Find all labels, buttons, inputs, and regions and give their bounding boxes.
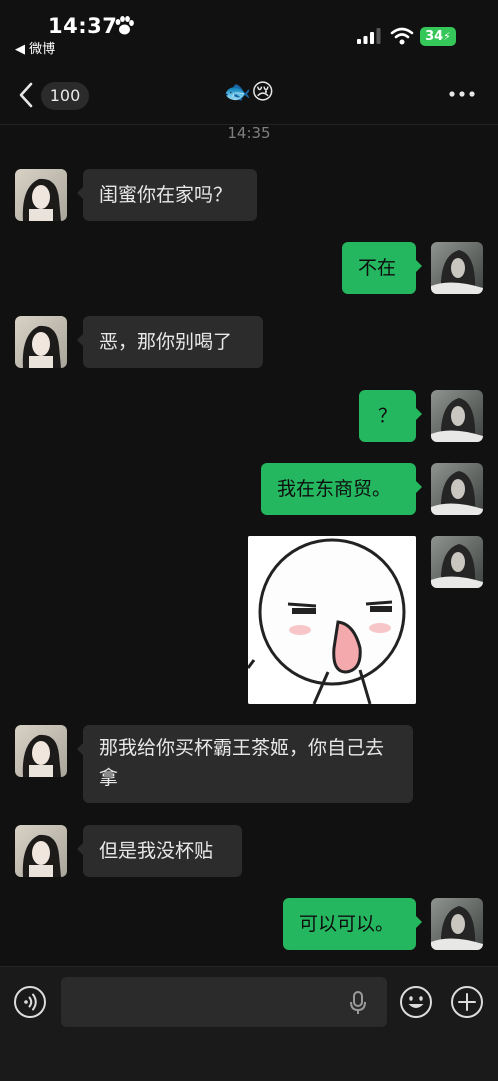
friend-avatar[interactable] xyxy=(15,316,67,368)
outgoing-message[interactable]: ？ xyxy=(359,390,422,442)
wifi-icon xyxy=(390,27,414,45)
friend-avatar-image xyxy=(15,825,67,877)
chat-header: 100 🐟😢 xyxy=(0,60,498,125)
my-avatar-image xyxy=(431,390,483,442)
voice-icon[interactable] xyxy=(13,985,47,1019)
my-avatar[interactable] xyxy=(431,242,483,294)
friend-avatar[interactable] xyxy=(15,169,67,221)
crying-face-sticker-icon xyxy=(248,536,416,704)
status-bar: 14:37 ◀ 微博 34 ⚡ xyxy=(0,0,498,60)
my-avatar[interactable] xyxy=(431,536,483,588)
friend-avatar[interactable] xyxy=(15,725,67,777)
my-avatar[interactable] xyxy=(431,898,483,950)
battery-indicator: 34 ⚡ xyxy=(420,27,456,46)
friend-avatar-image xyxy=(15,169,67,221)
paw-icon xyxy=(115,16,134,35)
chat-title: 🐟😢 xyxy=(223,80,275,105)
friend-avatar-image xyxy=(15,725,67,777)
message-input[interactable] xyxy=(61,977,387,1027)
microphone-icon[interactable] xyxy=(349,991,367,1015)
cellular-signal-icon xyxy=(357,28,381,44)
incoming-message[interactable]: 但是我没杯贴 xyxy=(77,825,242,877)
plus-icon[interactable] xyxy=(450,985,484,1019)
sticker-image[interactable] xyxy=(248,536,416,704)
friend-avatar[interactable] xyxy=(15,825,67,877)
incoming-message[interactable]: 恶，那你别喝了 xyxy=(77,316,263,368)
outgoing-message[interactable]: 可以可以。 xyxy=(283,898,422,950)
outgoing-message[interactable]: 我在东商贸。 xyxy=(261,463,422,515)
message-timestamp: 14:35 xyxy=(227,124,271,142)
message-input-bar xyxy=(0,966,498,1081)
my-avatar-image xyxy=(431,898,483,950)
incoming-message[interactable]: 闺蜜你在家吗？ xyxy=(77,169,257,221)
outgoing-message[interactable]: 不在 xyxy=(342,242,422,294)
charging-icon: ⚡ xyxy=(443,30,451,43)
my-avatar-image xyxy=(431,242,483,294)
my-avatar-image xyxy=(431,463,483,515)
back-to-app-link[interactable]: ◀ 微博 xyxy=(15,38,55,57)
more-options-icon[interactable] xyxy=(448,90,478,98)
my-avatar-image xyxy=(431,536,483,588)
status-time: 14:37 xyxy=(48,14,118,38)
my-avatar[interactable] xyxy=(431,463,483,515)
emoji-icon[interactable] xyxy=(399,985,433,1019)
incoming-message[interactable]: 那我给你买杯霸王茶姬，你自己去拿 xyxy=(77,725,413,803)
my-avatar[interactable] xyxy=(431,390,483,442)
battery-level: 34 xyxy=(425,29,444,44)
friend-avatar-image xyxy=(15,316,67,368)
